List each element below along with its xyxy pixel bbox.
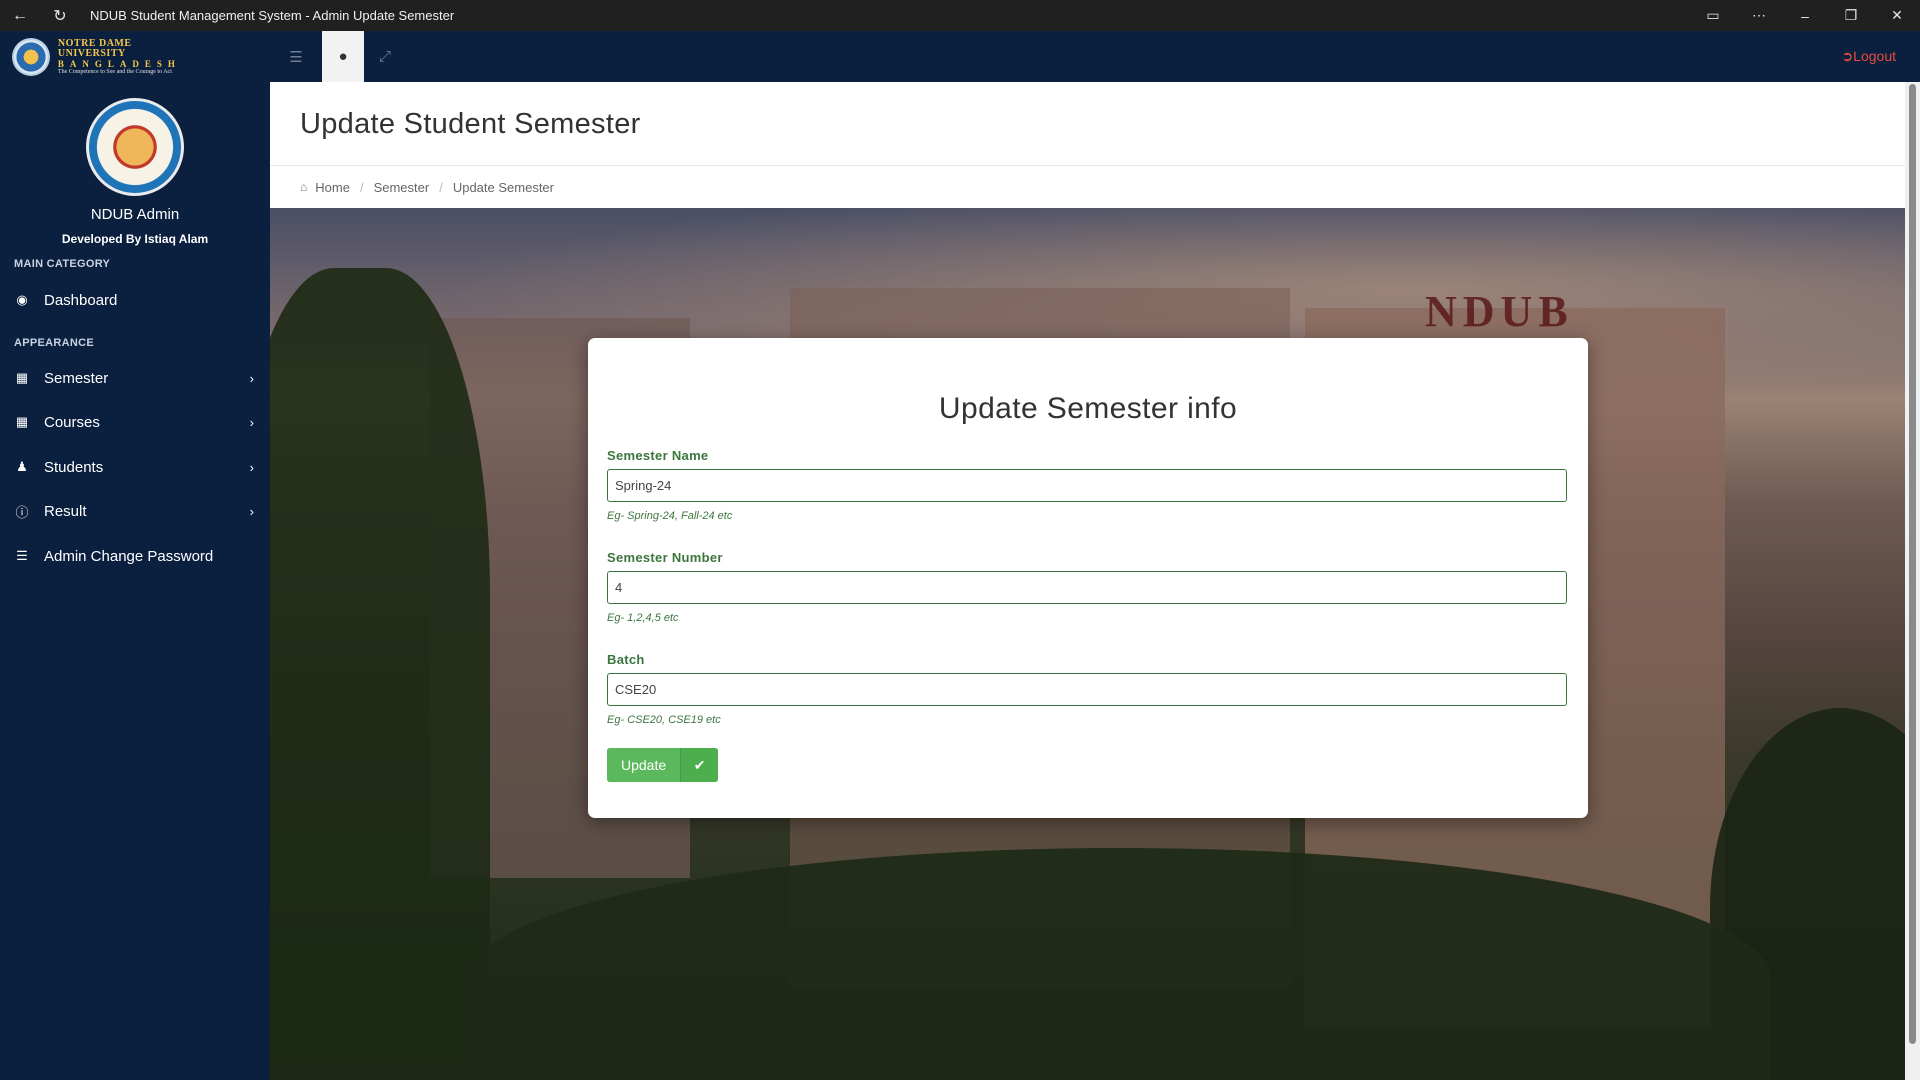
sidebar: NDUB Admin Developed By Istiaq Alam MAIN… <box>0 82 270 1080</box>
brand-line-1: NOTRE DAME UNIVERSITY <box>57 37 132 60</box>
file-icon: ▦ <box>15 370 29 385</box>
vertical-scrollbar[interactable] <box>1905 82 1920 1080</box>
user-icon[interactable]: ● <box>322 31 364 82</box>
sidebar-item-semester[interactable]: ▦ Semester › <box>0 358 270 398</box>
checkmark-icon: ✔ <box>680 748 719 782</box>
more-icon[interactable]: ⋯ <box>1736 0 1782 31</box>
page-title: Update Student Semester <box>300 108 641 140</box>
update-semester-form: Update Semester info Semester Name Eg- S… <box>588 338 1588 818</box>
breadcrumb: ⌂ Home / Semester / Update Semester <box>270 166 1905 208</box>
semester-number-label: Semester Number <box>607 550 723 565</box>
window-title: NDUB Student Management System - Admin U… <box>90 8 455 23</box>
sidebar-item-label: Courses <box>44 413 100 431</box>
breadcrumb-home[interactable]: Home <box>315 180 350 195</box>
info-icon: ⓘ <box>15 504 29 520</box>
top-navbar: NOTRE DAME UNIVERSITY BANGLADESH The Com… <box>0 31 1920 82</box>
back-arrow-icon[interactable]: ← <box>0 0 40 31</box>
close-button[interactable]: ✕ <box>1874 0 1920 31</box>
minimize-button[interactable]: – <box>1782 0 1828 31</box>
sidebar-item-dashboard[interactable]: ◉ Dashboard <box>0 280 270 320</box>
university-seal-icon <box>12 38 50 76</box>
trees <box>270 268 490 1080</box>
breadcrumb-current: Update Semester <box>452 179 554 195</box>
batch-input[interactable] <box>607 673 1567 706</box>
main-content: Update Student Semester ⌂ Home / Semeste… <box>270 82 1905 1080</box>
breadcrumb-semester[interactable]: Semester <box>374 180 430 195</box>
window-title-bar: ← ↻ NDUB Student Management System - Adm… <box>0 0 1920 31</box>
sidebar-item-label: Semester <box>44 369 109 387</box>
sidebar-item-result[interactable]: ⓘ Result › <box>0 491 270 531</box>
sidebar-item-label: Admin Change Password <box>44 547 214 565</box>
semester-name-help: Eg- Spring-24, Fall-24 etc <box>607 510 733 522</box>
sidebar-item-admin-change-password[interactable]: ☰ Admin Change Password <box>0 536 270 576</box>
page-header: Update Student Semester <box>270 82 1905 166</box>
brand-logo[interactable]: NOTRE DAME UNIVERSITY BANGLADESH The Com… <box>12 37 202 77</box>
sidebar-item-courses[interactable]: ▦ Courses › <box>0 402 270 442</box>
chevron-right-icon: › <box>249 459 254 475</box>
semester-number-input[interactable] <box>607 571 1567 604</box>
form-title: Update Semester info <box>938 392 1238 425</box>
menu-toggle-icon[interactable]: ☰ <box>275 31 317 82</box>
appearance-heading: APPEARANCE <box>14 337 95 349</box>
batch-help: Eg- CSE20, CSE19 etc <box>607 714 721 726</box>
dashboard-icon: ◉ <box>16 292 28 307</box>
sidebar-item-label: Result <box>44 502 87 520</box>
chevron-right-icon: › <box>249 370 254 386</box>
fullscreen-icon[interactable]: ⤢ <box>364 31 406 82</box>
chevron-right-icon: › <box>249 503 254 519</box>
chevron-right-icon: › <box>249 414 254 430</box>
brand-text: NOTRE DAME UNIVERSITY BANGLADESH The Com… <box>57 37 202 76</box>
list-icon: ☰ <box>16 548 28 563</box>
semester-name-label: Semester Name <box>607 448 709 463</box>
update-button[interactable]: Update ✔ <box>607 748 719 782</box>
logout-link[interactable]: ➲Logout <box>1841 48 1896 65</box>
brand-motto: The Competence to See and the Courage to… <box>57 69 172 76</box>
breadcrumb-separator: / <box>439 179 443 195</box>
semester-number-help: Eg- 1,2,4,5 etc <box>607 612 679 624</box>
scrollbar-thumb[interactable] <box>1909 84 1916 1044</box>
restore-button[interactable]: ❐ <box>1828 0 1874 31</box>
main-category-heading: MAIN CATEGORY <box>14 258 111 270</box>
home-icon: ⌂ <box>300 180 308 194</box>
rooftop-sign: NDUB <box>1425 287 1574 336</box>
admin-name: NDUB Admin <box>90 206 180 223</box>
campus-background-image: NDUB Update Semester info Semester Name … <box>270 208 1905 1080</box>
sidebar-item-label: Dashboard <box>44 291 118 309</box>
app: NOTRE DAME UNIVERSITY BANGLADESH The Com… <box>0 31 1920 1080</box>
brand-line-2: BANGLADESH <box>57 58 181 69</box>
users-icon: ♟ <box>16 459 28 474</box>
sidebar-item-students[interactable]: ♟ Students › <box>0 447 270 487</box>
sidebar-item-label: Students <box>44 458 104 476</box>
semester-name-input[interactable] <box>607 469 1567 502</box>
developer-credit: Developed By Istiaq Alam <box>61 232 209 246</box>
logout-label: Logout <box>1853 48 1896 64</box>
cast-icon[interactable]: ▭ <box>1690 0 1736 31</box>
refresh-icon[interactable]: ↻ <box>40 0 80 31</box>
file-icon: ▦ <box>15 414 29 429</box>
breadcrumb-separator: / <box>359 179 364 195</box>
batch-label: Batch <box>607 652 645 667</box>
university-logo <box>86 98 184 196</box>
update-button-label: Update <box>607 748 681 782</box>
